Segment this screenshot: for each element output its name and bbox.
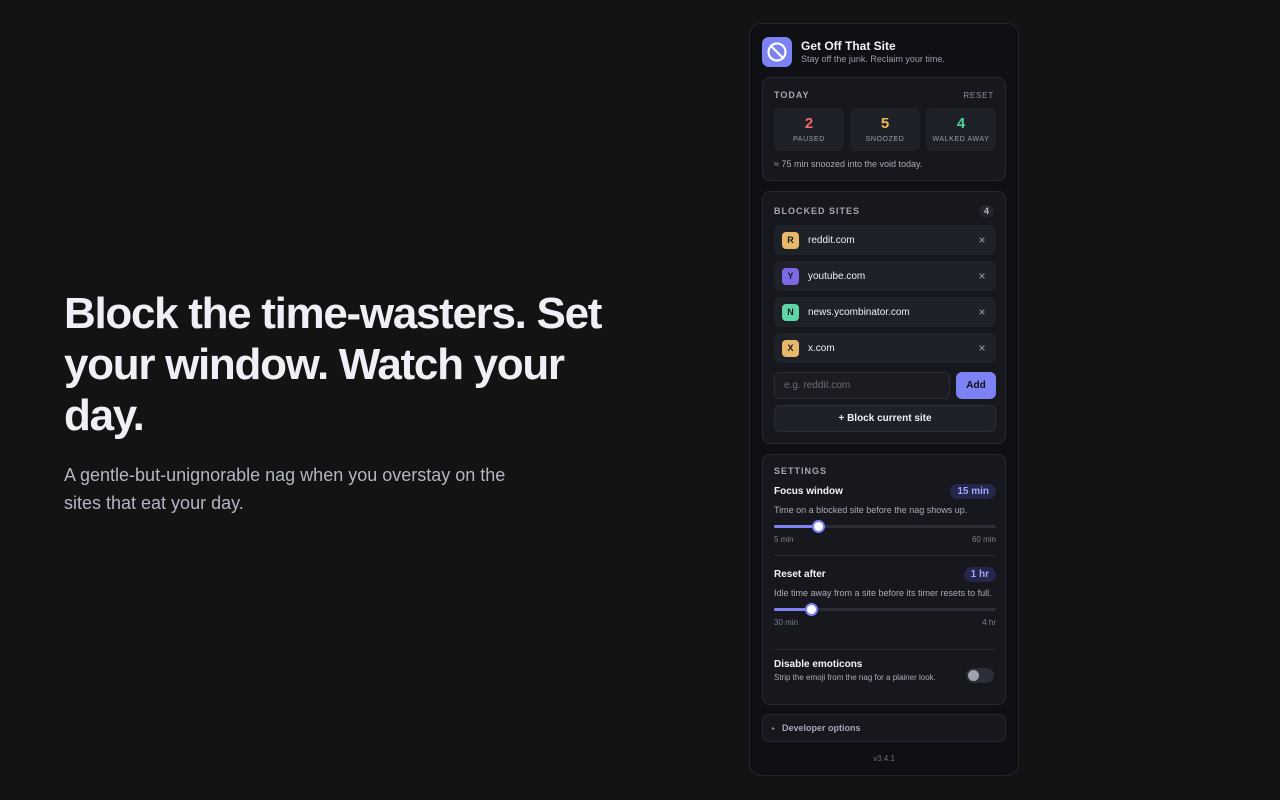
slider-max-label: 4 hr — [982, 618, 996, 627]
today-card: TODAY RESET 2 PAUSED 5 SNOOZED 4 WALKED … — [762, 77, 1006, 181]
site-letter-icon: Y — [782, 267, 799, 285]
settings-title: SETTINGS — [774, 466, 828, 476]
reset-after-title: Reset after — [774, 569, 826, 580]
stat-paused-label: PAUSED — [793, 136, 825, 143]
developer-options-disclosure[interactable]: ▸ Developer options — [762, 714, 1006, 742]
disable-emoticons-desc: Strip the emoji from the nag for a plain… — [774, 673, 936, 682]
blocked-sites-title: BLOCKED SITES — [774, 206, 861, 216]
settings-divider — [774, 555, 996, 556]
reset-after-desc: Idle time away from a site before its ti… — [774, 588, 992, 598]
hero-subtext: A gentle-but-unignorable nag when you ov… — [64, 465, 506, 513]
reset-after-slider[interactable] — [774, 602, 996, 616]
site-name: x.com — [808, 342, 835, 354]
app-title: Get Off That Site — [801, 39, 896, 53]
stats-row: 2 PAUSED 5 SNOOZED 4 WALKED AWAY — [774, 108, 996, 151]
site-letter-icon: R — [782, 231, 799, 249]
remove-site-button[interactable]: × — [976, 233, 988, 247]
app-subtitle: Stay off the junk. Reclaim your time. — [801, 54, 945, 64]
hero-section: Block the time-wasters. Set your window.… — [64, 288, 624, 517]
blocked-count-badge: 4 — [978, 205, 994, 217]
site-letter-icon: X — [782, 339, 799, 357]
stat-walked-away-value: 4 — [956, 115, 966, 132]
blocked-site-list: R reddit.com × Y youtube.com × N news.yc… — [774, 225, 996, 369]
site-name: reddit.com — [808, 234, 855, 246]
slider-min-label: 30 min — [774, 618, 799, 627]
stat-walked-away: 4 WALKED AWAY — [926, 108, 996, 151]
no-entry-icon — [762, 37, 792, 67]
focus-window-title: Focus window — [774, 486, 843, 497]
blocked-site-row: R reddit.com × — [774, 225, 996, 255]
focus-window-value: 15 min — [950, 484, 996, 499]
focus-window-slider[interactable] — [774, 519, 996, 533]
add-site-button[interactable]: Add — [956, 372, 996, 399]
developer-options-label: Developer options — [782, 723, 861, 733]
disable-emoticons-setting: Disable emoticons Strip the emoji from t… — [774, 659, 996, 683]
extension-popup: Get Off That Site Stay off the junk. Rec… — [749, 23, 1019, 776]
stat-paused-value: 2 — [804, 115, 814, 132]
toggle-knob — [968, 670, 979, 681]
block-current-site-button[interactable]: + Block current site — [774, 405, 996, 432]
reset-button[interactable]: RESET — [963, 91, 994, 100]
caret-right-icon: ▸ — [772, 725, 776, 732]
blocked-sites-card: BLOCKED SITES 4 R reddit.com × Y youtube… — [762, 191, 1006, 444]
site-name: news.ycombinator.com — [808, 306, 910, 318]
slider-min-label: 5 min — [774, 535, 794, 544]
blocked-site-row: X x.com × — [774, 333, 996, 363]
add-site-row: Add — [774, 372, 996, 399]
remove-site-button[interactable]: × — [976, 269, 988, 283]
blocked-site-row: Y youtube.com × — [774, 261, 996, 291]
blocked-site-row: N news.ycombinator.com × — [774, 297, 996, 327]
stat-paused: 2 PAUSED — [774, 108, 844, 151]
focus-window-desc: Time on a blocked site before the nag sh… — [774, 505, 968, 515]
stat-snoozed-value: 5 — [880, 115, 890, 132]
slider-thumb[interactable] — [812, 520, 826, 533]
remove-site-button[interactable]: × — [976, 305, 988, 319]
settings-card: SETTINGS Focus window 15 min Time on a b… — [762, 454, 1006, 705]
stat-snoozed-label: SNOOZED — [865, 136, 905, 143]
stat-walked-away-label: WALKED AWAY — [932, 136, 990, 143]
stat-snoozed: 5 SNOOZED — [850, 108, 920, 151]
remove-site-button[interactable]: × — [976, 341, 988, 355]
focus-window-setting: Focus window 15 min Time on a blocked si… — [774, 484, 996, 544]
site-letter-icon: N — [782, 303, 799, 321]
slider-max-label: 60 min — [971, 535, 996, 544]
disable-emoticons-title: Disable emoticons — [774, 659, 863, 670]
reset-after-value: 1 hr — [963, 567, 996, 582]
version-label: v3.4.1 — [873, 754, 895, 763]
today-summary-note: ≈ 75 min snoozed into the void today. — [774, 159, 923, 169]
add-site-input[interactable] — [774, 372, 950, 399]
hero-headline: Block the time-wasters. Set your window.… — [64, 289, 602, 440]
disable-emoticons-toggle[interactable] — [966, 668, 994, 683]
today-title: TODAY — [774, 90, 810, 100]
reset-after-setting: Reset after 1 hr Idle time away from a s… — [774, 567, 996, 627]
site-name: youtube.com — [808, 270, 866, 282]
brand-header: Get Off That Site Stay off the junk. Rec… — [762, 37, 945, 67]
settings-divider — [774, 649, 996, 650]
slider-thumb[interactable] — [805, 603, 819, 616]
